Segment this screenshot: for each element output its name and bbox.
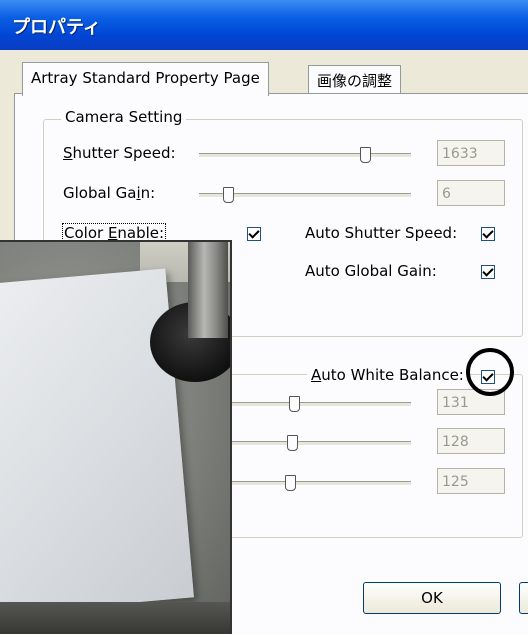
shutter-speed-value[interactable]: 1633 [437,140,505,166]
color-enable-checkbox[interactable] [247,227,261,241]
global-gain-slider[interactable] [199,187,411,203]
photo-stand-pole [188,242,228,338]
tab-label: 画像の調整 [317,72,393,90]
global-gain-value[interactable]: 6 [437,180,505,206]
camera-photo [0,240,232,634]
shutter-speed-slider[interactable] [199,147,411,163]
white-balance-thumb-3[interactable] [285,475,296,491]
ok-button[interactable]: OK [363,582,501,614]
white-balance-value-3[interactable]: 125 [437,468,505,494]
white-balance-thumb-2[interactable] [287,435,298,451]
properties-window: プロパティ Artray Standard Property Page 画像の調… [0,0,528,634]
title-bar[interactable]: プロパティ [0,0,528,50]
auto-white-balance-label[interactable]: Auto White Balance: [307,366,468,384]
shutter-speed-label: Shutter Speed: [63,144,176,162]
white-balance-value-2[interactable]: 128 [437,428,505,454]
auto-global-gain-checkbox[interactable] [481,265,495,279]
photo-floor [0,602,230,634]
shutter-speed-thumb[interactable] [360,147,371,163]
tab-image-adjust[interactable]: 画像の調整 [308,65,402,96]
white-balance-thumb-1[interactable] [289,396,300,412]
global-gain-thumb[interactable] [223,187,234,203]
auto-shutter-speed-label: Auto Shutter Speed: [305,224,458,242]
global-gain-label: Global Gain: [63,184,156,202]
highlight-circle [466,348,514,396]
auto-shutter-speed-checkbox[interactable] [481,227,495,241]
tab-artray-standard[interactable]: Artray Standard Property Page [22,62,269,96]
cancel-button[interactable] [519,582,528,614]
window-title: プロパティ [12,17,101,38]
tab-label: Artray Standard Property Page [31,69,260,87]
auto-global-gain-label: Auto Global Gain: [305,262,437,280]
camera-setting-legend: Camera Setting [61,108,187,126]
